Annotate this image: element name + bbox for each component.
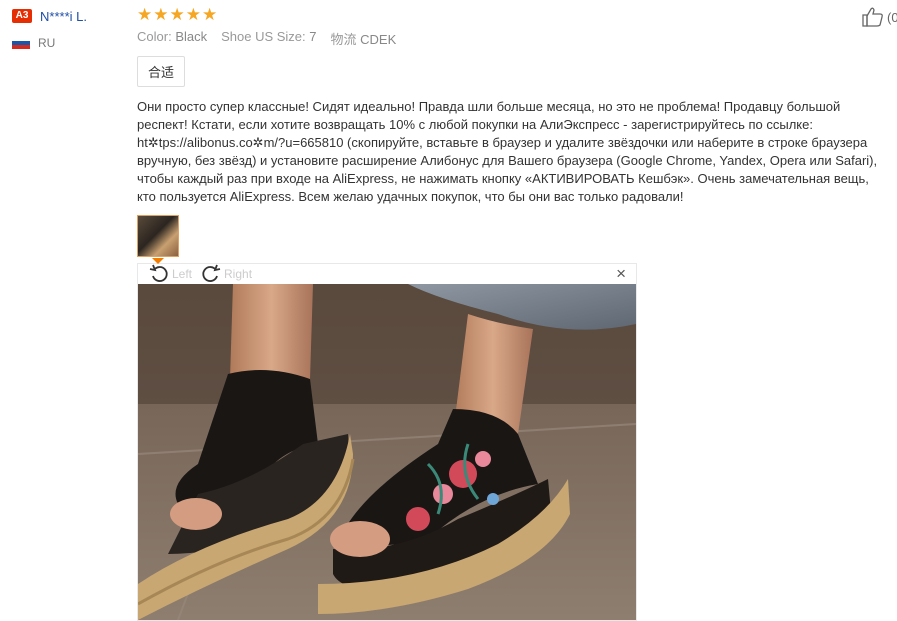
rotate-right-icon: [200, 263, 222, 286]
viewer-toolbar: Left Right ×: [138, 264, 636, 284]
fit-tag: 合适: [137, 56, 186, 87]
attribute-key: Shoe US Size:: [221, 29, 306, 44]
rotate-left-button[interactable]: Left: [148, 263, 192, 286]
rotate-right-label: Right: [224, 267, 253, 281]
attribute-value: CDEK: [360, 32, 397, 47]
reviewer-info: A3 N****i L. RU: [12, 8, 132, 50]
star-icon: ★: [137, 5, 153, 24]
attribute-value: 7: [309, 29, 317, 44]
country-row: RU: [12, 36, 132, 50]
star-icon: ★: [169, 5, 185, 24]
star-icon: ★: [185, 5, 201, 24]
review-photo: [138, 284, 636, 620]
russia-flag-icon: [12, 37, 30, 49]
attribute-item: 物流 CDEK: [331, 29, 397, 48]
review-body: ★ ★ ★ ★ ★ Color: Black Shoe US Size: 7 物流 CDEK…: [137, 6, 889, 621]
thumbnail-image: [137, 215, 179, 257]
photo-viewer: Left Right ×: [137, 263, 637, 621]
reviewer-row: A3 N****i L.: [12, 8, 132, 24]
star-icon: ★: [202, 5, 218, 24]
attribute-value: Black: [175, 29, 208, 44]
review-attributes: Color: Black Shoe US Size: 7 物流 CDEK: [137, 29, 889, 48]
rotate-left-icon: [148, 263, 170, 286]
review-text: Они просто супер классные! Сидят идеальн…: [137, 99, 878, 204]
reviewer-name[interactable]: N****i L.: [40, 9, 87, 24]
photo-thumbnail[interactable]: [137, 215, 179, 264]
close-viewer-icon[interactable]: ×: [616, 265, 626, 283]
attribute-item: Shoe US Size: 7: [221, 29, 316, 48]
rotate-left-label: Left: [172, 267, 193, 281]
attribute-key: 物流: [330, 32, 357, 47]
attribute-item: Color: Black: [137, 29, 207, 48]
star-icon: ★: [153, 5, 169, 24]
attribute-key: Color:: [137, 29, 172, 44]
country-code: RU: [38, 36, 56, 50]
star-rating: ★ ★ ★ ★ ★: [137, 6, 889, 24]
level-badge: A3: [12, 9, 32, 23]
rotate-right-button[interactable]: Right: [200, 263, 252, 286]
